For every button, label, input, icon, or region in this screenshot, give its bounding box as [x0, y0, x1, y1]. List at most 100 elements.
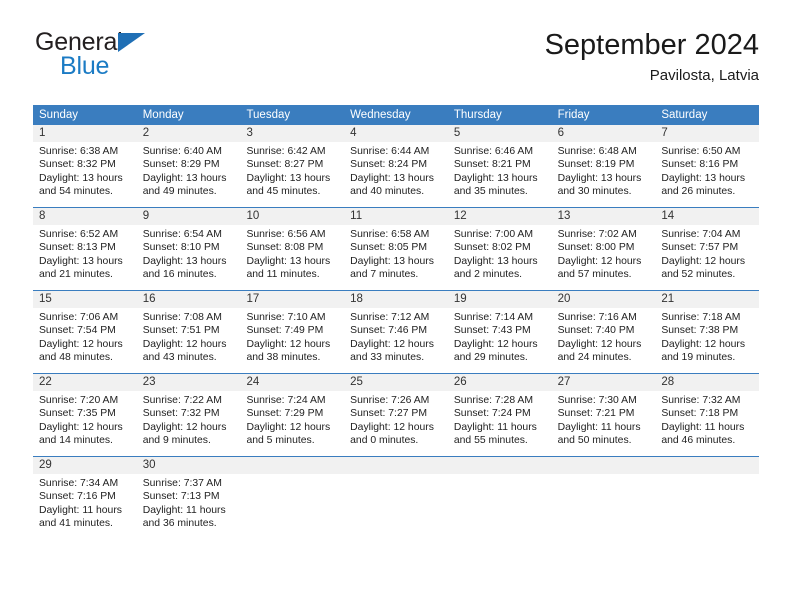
- day-number: 6: [551, 125, 656, 142]
- day-details: Sunrise: 7:32 AM Sunset: 7:18 PM Dayligh…: [655, 391, 759, 451]
- day-cell[interactable]: 16 Sunrise: 7:08 AM Sunset: 7:51 PM Dayl…: [136, 291, 241, 373]
- day-cell[interactable]: 28 Sunrise: 7:32 AM Sunset: 7:18 PM Dayl…: [655, 374, 760, 456]
- sunrise-text: Sunrise: 7:18 AM: [661, 312, 741, 323]
- sunset-text: Sunset: 7:40 PM: [557, 325, 635, 337]
- day-cell[interactable]: 21 Sunrise: 7:18 AM Sunset: 7:38 PM Dayl…: [655, 291, 760, 373]
- daylight-text-line2: and 40 minutes.: [350, 185, 425, 197]
- day-cell[interactable]: 26 Sunrise: 7:28 AM Sunset: 7:24 PM Dayl…: [447, 374, 552, 456]
- day-cell[interactable]: 1 Sunrise: 6:38 AM Sunset: 8:32 PM Dayli…: [33, 125, 137, 207]
- weekday-saturday: Saturday: [661, 109, 708, 121]
- daylight-text-line2: and 21 minutes.: [39, 268, 113, 280]
- day-cell[interactable]: 7 Sunrise: 6:50 AM Sunset: 8:16 PM Dayli…: [655, 125, 760, 207]
- daylight-text-line1: Daylight: 13 hours: [350, 255, 434, 267]
- day-details: Sunrise: 7:12 AM Sunset: 7:46 PM Dayligh…: [344, 308, 448, 368]
- daylight-text-line1: Daylight: 12 hours: [557, 255, 642, 267]
- page-title: September 2024: [544, 29, 759, 61]
- sunrise-text: Sunrise: 7:16 AM: [557, 312, 637, 323]
- day-cell[interactable]: 9 Sunrise: 6:54 AM Sunset: 8:10 PM Dayli…: [136, 208, 241, 290]
- daylight-text-line2: and 49 minutes.: [142, 185, 217, 197]
- daylight-text-line1: Daylight: 12 hours: [661, 338, 746, 350]
- sunset-text: Sunset: 8:08 PM: [246, 242, 324, 254]
- sunrise-text: Sunrise: 6:48 AM: [557, 146, 637, 157]
- day-number: [447, 457, 552, 474]
- day-cell[interactable]: 2 Sunrise: 6:40 AM Sunset: 8:29 PM Dayli…: [136, 125, 241, 207]
- day-cell[interactable]: 27 Sunrise: 7:30 AM Sunset: 7:21 PM Dayl…: [551, 374, 656, 456]
- day-cell[interactable]: 19 Sunrise: 7:14 AM Sunset: 7:43 PM Dayl…: [447, 291, 552, 373]
- day-cell-empty: [447, 457, 552, 539]
- daylight-text-line1: Daylight: 12 hours: [246, 338, 331, 350]
- daylight-text-line1: Daylight: 11 hours: [557, 421, 641, 433]
- day-cell[interactable]: 22 Sunrise: 7:20 AM Sunset: 7:35 PM Dayl…: [33, 374, 137, 456]
- day-cell[interactable]: 20 Sunrise: 7:16 AM Sunset: 7:40 PM Dayl…: [551, 291, 656, 373]
- day-number: 20: [551, 291, 656, 308]
- sunset-text: Sunset: 8:27 PM: [246, 159, 324, 171]
- day-details: Sunrise: 6:50 AM Sunset: 8:16 PM Dayligh…: [655, 142, 759, 202]
- day-cell[interactable]: 18 Sunrise: 7:12 AM Sunset: 7:46 PM Dayl…: [344, 291, 448, 373]
- day-details: Sunrise: 7:04 AM Sunset: 7:57 PM Dayligh…: [655, 225, 759, 285]
- daylight-text-line2: and 50 minutes.: [557, 434, 632, 446]
- day-cell[interactable]: 6 Sunrise: 6:48 AM Sunset: 8:19 PM Dayli…: [551, 125, 656, 207]
- day-cell[interactable]: 11 Sunrise: 6:58 AM Sunset: 8:05 PM Dayl…: [344, 208, 448, 290]
- day-cell[interactable]: 25 Sunrise: 7:26 AM Sunset: 7:27 PM Dayl…: [344, 374, 448, 456]
- weekday-wednesday: Wednesday: [350, 109, 411, 121]
- daylight-text-line1: Daylight: 12 hours: [142, 338, 227, 350]
- day-cell[interactable]: 24 Sunrise: 7:24 AM Sunset: 7:29 PM Dayl…: [240, 374, 345, 456]
- daylight-text-line2: and 11 minutes.: [246, 268, 320, 280]
- day-cell[interactable]: 5 Sunrise: 6:46 AM Sunset: 8:21 PM Dayli…: [447, 125, 552, 207]
- day-cell[interactable]: 29 Sunrise: 7:34 AM Sunset: 7:16 PM Dayl…: [33, 457, 137, 539]
- weekday-thursday: Thursday: [453, 109, 502, 121]
- day-details: Sunrise: 6:44 AM Sunset: 8:24 PM Dayligh…: [344, 142, 448, 202]
- page-header: General Blue September 2024 Pavilosta, L…: [33, 28, 759, 94]
- sunset-text: Sunset: 8:19 PM: [557, 159, 635, 171]
- day-details: Sunrise: 6:46 AM Sunset: 8:21 PM Dayligh…: [448, 142, 552, 202]
- sunrise-text: Sunrise: 6:54 AM: [142, 229, 222, 240]
- day-details: Sunrise: 6:48 AM Sunset: 8:19 PM Dayligh…: [552, 142, 656, 202]
- calendar-page: General Blue September 2024 Pavilosta, L…: [0, 0, 792, 612]
- day-number: 5: [447, 125, 552, 142]
- daylight-text-line2: and 55 minutes.: [453, 434, 528, 446]
- sunrise-text: Sunrise: 6:42 AM: [246, 146, 326, 157]
- day-cell[interactable]: 14 Sunrise: 7:04 AM Sunset: 7:57 PM Dayl…: [655, 208, 760, 290]
- day-details: Sunrise: 7:34 AM Sunset: 7:16 PM Dayligh…: [33, 474, 137, 534]
- sunset-text: Sunset: 7:18 PM: [661, 408, 739, 420]
- title-block: September 2024 Pavilosta, Latvia: [545, 28, 759, 84]
- brand-logo[interactable]: General Blue: [33, 28, 263, 90]
- weekday-monday: Monday: [142, 109, 184, 121]
- day-cell-empty: [551, 457, 656, 539]
- sunrise-text: Sunrise: 6:50 AM: [661, 146, 741, 157]
- day-cell[interactable]: 10 Sunrise: 6:56 AM Sunset: 8:08 PM Dayl…: [240, 208, 345, 290]
- day-details: Sunrise: 7:14 AM Sunset: 7:43 PM Dayligh…: [448, 308, 552, 368]
- daylight-text-line2: and 0 minutes.: [350, 434, 419, 446]
- day-number: 18: [344, 291, 448, 308]
- day-number: 3: [240, 125, 345, 142]
- sunrise-text: Sunrise: 7:28 AM: [453, 395, 534, 406]
- day-cell[interactable]: 13 Sunrise: 7:02 AM Sunset: 8:00 PM Dayl…: [551, 208, 656, 290]
- day-cell[interactable]: 3 Sunrise: 6:42 AM Sunset: 8:27 PM Dayli…: [240, 125, 345, 207]
- day-cell[interactable]: 15 Sunrise: 7:06 AM Sunset: 7:54 PM Dayl…: [33, 291, 137, 373]
- sunrise-text: Sunrise: 6:46 AM: [453, 146, 534, 157]
- triangle-logo-icon: [118, 33, 145, 52]
- sunset-text: Sunset: 8:32 PM: [39, 159, 116, 171]
- sunrise-text: Sunrise: 7:08 AM: [142, 312, 222, 323]
- day-cell[interactable]: 17 Sunrise: 7:10 AM Sunset: 7:49 PM Dayl…: [240, 291, 345, 373]
- location-subtitle: Pavilosta, Latvia: [649, 67, 759, 85]
- day-number: 21: [655, 291, 760, 308]
- day-cell[interactable]: 12 Sunrise: 7:00 AM Sunset: 8:02 PM Dayl…: [447, 208, 552, 290]
- day-details: Sunrise: 7:24 AM Sunset: 7:29 PM Dayligh…: [240, 391, 344, 451]
- day-details: Sunrise: 6:54 AM Sunset: 8:10 PM Dayligh…: [137, 225, 241, 285]
- day-details: Sunrise: 6:52 AM Sunset: 8:13 PM Dayligh…: [33, 225, 137, 285]
- day-cell[interactable]: 23 Sunrise: 7:22 AM Sunset: 7:32 PM Dayl…: [136, 374, 241, 456]
- day-number: 28: [655, 374, 760, 391]
- sunset-text: Sunset: 8:00 PM: [557, 242, 635, 254]
- day-number: [344, 457, 448, 474]
- day-cell[interactable]: 4 Sunrise: 6:44 AM Sunset: 8:24 PM Dayli…: [344, 125, 448, 207]
- weekday-header-row: Sunday Monday Tuesday Wednesday Thursday…: [33, 105, 759, 125]
- sunrise-text: Sunrise: 7:00 AM: [453, 229, 534, 240]
- day-cell[interactable]: 8 Sunrise: 6:52 AM Sunset: 8:13 PM Dayli…: [33, 208, 137, 290]
- sunrise-text: Sunrise: 7:37 AM: [142, 478, 222, 489]
- day-cell[interactable]: 30 Sunrise: 7:37 AM Sunset: 7:13 PM Dayl…: [136, 457, 241, 539]
- day-details: Sunrise: 7:06 AM Sunset: 7:54 PM Dayligh…: [33, 308, 137, 368]
- sunset-text: Sunset: 7:32 PM: [142, 408, 220, 420]
- sunset-text: Sunset: 8:24 PM: [350, 159, 427, 171]
- day-number: 13: [551, 208, 656, 225]
